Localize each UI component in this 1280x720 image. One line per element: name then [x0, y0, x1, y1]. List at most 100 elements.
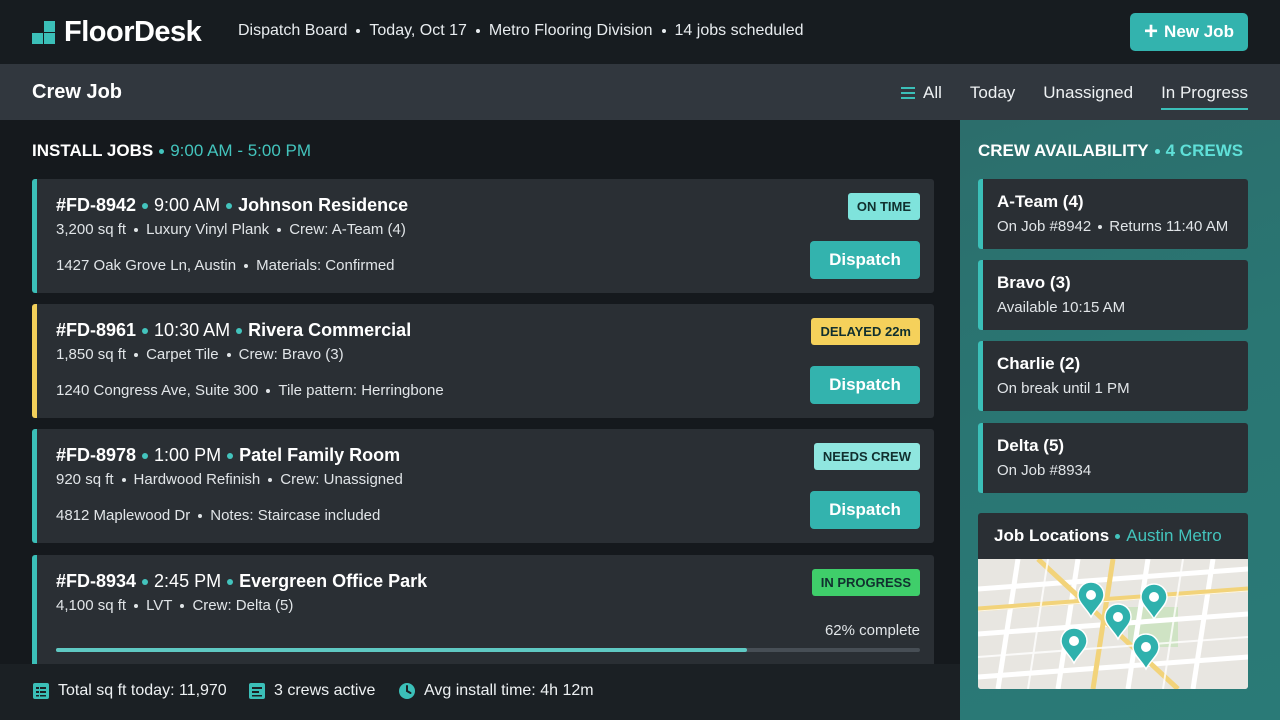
job-material: Luxury Vinyl Plank — [146, 221, 270, 238]
job-client: Johnson Residence — [238, 195, 409, 215]
job-note: Materials: Confirmed — [256, 257, 395, 274]
job-time: 9:00 AM — [154, 195, 221, 215]
progress-fill — [56, 648, 748, 652]
dispatch-button[interactable]: Dispatch — [810, 241, 920, 279]
tab-all[interactable]: All — [901, 82, 942, 104]
status-badge: DELAYED 22m — [811, 318, 920, 345]
job-details: 3,200 sq ft Luxury Vinyl Plank Crew: A-T… — [56, 221, 406, 238]
job-accent — [32, 304, 37, 418]
job-material: LVT — [146, 597, 173, 614]
crew-card-charlie[interactable]: Charlie (2) On break until 1 PM — [978, 341, 1248, 411]
job-accent — [32, 179, 37, 293]
clock-icon — [399, 683, 415, 699]
job-address: 1240 Congress Ave, Suite 300 — [56, 382, 259, 399]
meta-board: Dispatch Board — [238, 22, 348, 39]
job-sqft: 3,200 sq ft — [56, 221, 127, 238]
crew-card-a-team[interactable]: A-Team (4) On Job #8942 Returns 11:40 AM — [978, 179, 1248, 249]
crew-count: 4 crews — [1165, 141, 1244, 160]
crew-card-bravo[interactable]: Bravo (3) Available 10:15 AM — [978, 260, 1248, 330]
tab-in-progress[interactable]: In Progress — [1161, 82, 1248, 110]
map-region: Austin Metro — [1126, 526, 1222, 545]
crew-status-text: On Job #8934 — [997, 462, 1092, 479]
job-sqft: 4,100 sq ft — [56, 597, 127, 614]
logo-mark-icon — [32, 20, 56, 45]
footer-avg-install: Avg install time: 4h 12m — [398, 682, 594, 700]
new-job-label: New Job — [1164, 22, 1234, 41]
job-card[interactable]: #FD-8942 9:00 AM Johnson Residence 3,200… — [32, 179, 934, 293]
app-header: FloorDesk Dispatch Board Today, Oct 17 M… — [0, 0, 1280, 64]
plus-icon: + — [1144, 18, 1159, 45]
crew-card-delta[interactable]: Delta (5) On Job #8934 — [978, 423, 1248, 493]
meta-division: Metro Flooring Division — [488, 22, 653, 39]
job-details: 1,850 sq ft Carpet Tile Crew: Bravo (3) — [56, 346, 344, 363]
job-card[interactable]: #FD-8934 2:45 PM Evergreen Office Park 4… — [32, 555, 934, 669]
job-id: #FD-8961 — [56, 320, 137, 340]
job-details: 4,100 sq ft LVT Crew: Delta (5) — [56, 597, 293, 614]
job-accent — [32, 555, 37, 669]
crew-status: On break until 1 PM — [997, 380, 1130, 397]
map-title: Job Locations Austin Metro — [994, 526, 1222, 546]
crew-list-icon — [249, 683, 265, 699]
total-sqft-text: Total sq ft today: 11,970 — [58, 682, 227, 699]
crew-status-return: Returns 11:40 AM — [1109, 218, 1229, 235]
job-title: #FD-8934 2:45 PM Evergreen Office Park — [56, 571, 427, 592]
app-logo[interactable]: FloorDesk — [32, 16, 202, 49]
job-address: 1427 Oak Grove Ln, Austin — [56, 257, 237, 274]
tab-all-label: All — [923, 83, 942, 102]
dispatch-button[interactable]: Dispatch — [810, 366, 920, 404]
new-job-button[interactable]: + New Job — [1130, 13, 1248, 51]
subheader: Crew Job All Today Unassigned In Progres… — [0, 64, 1280, 120]
app-name: FloorDesk — [64, 16, 202, 48]
crews-active-text: 3 crews active — [274, 682, 376, 699]
status-badge: ON TIME — [847, 193, 920, 220]
crew-name: A-Team (4) — [997, 192, 1084, 211]
meta-date: Today, Oct 17 — [369, 22, 467, 39]
status-badge: IN PROGRESS — [811, 569, 920, 596]
crew-panel-label: CREW AVAILABILITY — [978, 141, 1149, 160]
meta-job-count: 14 jobs scheduled — [674, 22, 804, 39]
job-crew: Crew: A-Team (4) — [289, 221, 406, 238]
job-card[interactable]: #FD-8978 1:00 PM Patel Family Room 920 s… — [32, 429, 934, 543]
job-details: 920 sq ft Hardwood Refinish Crew: Unassi… — [56, 471, 403, 488]
jobs-section-label: INSTALL JOBS — [32, 141, 154, 160]
list-box-icon — [33, 683, 49, 699]
jobs-section-hours: 9:00 AM - 5:00 PM — [170, 141, 312, 160]
job-address-line: 4812 Maplewood Dr Notes: Staircase inclu… — [56, 507, 380, 524]
job-card[interactable]: #FD-8961 10:30 AM Rivera Commercial 1,85… — [32, 304, 934, 418]
job-note: Tile pattern: Herringbone — [278, 382, 444, 399]
job-sqft: 1,850 sq ft — [56, 346, 127, 363]
map-title-label: Job Locations — [994, 526, 1110, 545]
job-client: Evergreen Office Park — [239, 571, 428, 591]
footer-crews-active: 3 crews active — [248, 682, 375, 700]
job-accent — [32, 429, 37, 543]
page-title: Crew Job — [32, 81, 123, 103]
job-id: #FD-8942 — [56, 195, 137, 215]
job-locations-map[interactable] — [978, 557, 1248, 689]
crew-status-text: On break until 1 PM — [997, 380, 1130, 397]
crew-name: Delta (5) — [997, 436, 1065, 455]
job-sqft: 920 sq ft — [56, 471, 114, 488]
tab-in-progress-label: In Progress — [1161, 83, 1248, 102]
tab-unassigned-label: Unassigned — [1043, 83, 1134, 102]
status-badge: NEEDS CREW — [813, 443, 920, 470]
job-time: 2:45 PM — [154, 571, 222, 591]
job-time: 10:30 AM — [154, 320, 231, 340]
crew-status-text: Available 10:15 AM — [997, 299, 1126, 316]
dispatch-button[interactable]: Dispatch — [810, 491, 920, 529]
job-client: Rivera Commercial — [248, 320, 412, 340]
job-address-line: 1427 Oak Grove Ln, Austin Materials: Con… — [56, 257, 395, 274]
tab-today[interactable]: Today — [970, 82, 1015, 104]
job-crew: Crew: Delta (5) — [192, 597, 294, 614]
tab-today-label: Today — [969, 83, 1016, 102]
progress-bar — [56, 648, 920, 652]
tab-unassigned[interactable]: Unassigned — [1043, 82, 1133, 104]
crew-status: Available 10:15 AM — [997, 299, 1125, 316]
crew-name: Bravo (3) — [997, 273, 1071, 292]
crew-name: Charlie (2) — [997, 354, 1081, 373]
summary-footer: Total sq ft today: 11,970 3 crews active… — [0, 664, 960, 720]
header-meta: Dispatch Board Today, Oct 17 Metro Floor… — [238, 22, 804, 40]
job-id: #FD-8934 — [56, 571, 137, 591]
job-title: #FD-8978 1:00 PM Patel Family Room — [56, 445, 400, 466]
job-note: Notes: Staircase included — [210, 507, 381, 524]
job-client: Patel Family Room — [239, 445, 401, 465]
